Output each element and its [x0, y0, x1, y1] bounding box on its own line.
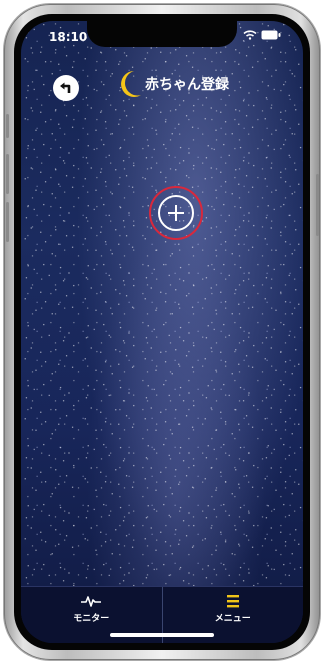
tab-menu-label: メニュー [214, 614, 251, 624]
header: 赤ちゃん登録 [117, 69, 229, 99]
add-baby-button[interactable] [158, 195, 194, 231]
volume-down-button [6, 202, 9, 242]
mute-switch [6, 114, 9, 138]
add-button-highlight [149, 186, 203, 240]
screen: 18:10 赤ちゃん登録 モニター メニュー [21, 21, 303, 643]
status-icons [243, 30, 281, 40]
battery-icon [261, 30, 281, 40]
power-button [316, 174, 319, 236]
back-arrow-icon [60, 82, 71, 93]
wifi-icon [243, 30, 257, 40]
back-button[interactable] [53, 75, 79, 101]
volume-up-button [6, 154, 9, 194]
crescent-moon-icon [121, 71, 141, 97]
page-title: 赤ちゃん登録 [145, 77, 229, 93]
plus-icon [168, 205, 184, 221]
heartbeat-icon [81, 596, 102, 607]
starfield-background-layer [21, 21, 303, 643]
phone-frame: 18:10 赤ちゃん登録 モニター メニュー [4, 4, 320, 660]
home-indicator [110, 633, 214, 637]
phone-bezel: 18:10 赤ちゃん登録 モニター メニュー [14, 14, 310, 650]
tab-monitor-label: モニター [73, 614, 110, 624]
status-time: 18:10 [49, 30, 88, 44]
menu-icon [226, 595, 239, 608]
notch [87, 21, 237, 47]
